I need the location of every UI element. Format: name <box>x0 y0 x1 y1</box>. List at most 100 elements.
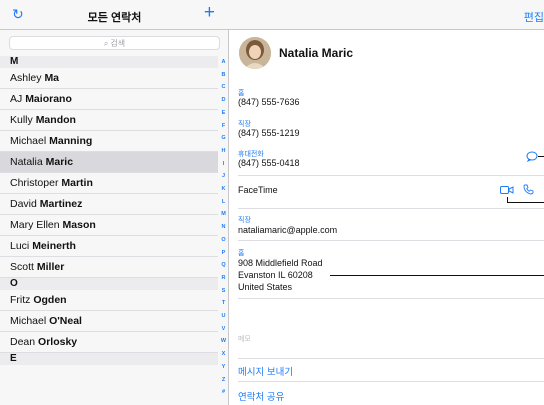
search-input[interactable]: ⌕ 검색 <box>9 36 220 50</box>
contact-last-name: Miller <box>36 261 65 273</box>
list-header: ↻ 모든 연락처 + <box>0 0 229 30</box>
contact-row[interactable]: Christoper Martin <box>0 173 218 194</box>
index-letter[interactable]: N <box>218 224 229 230</box>
contact-first-name: Natalia <box>10 156 43 168</box>
add-contact-button[interactable]: + <box>204 3 215 23</box>
contact-row[interactable]: Mary Ellen Mason <box>0 215 218 236</box>
callout-line <box>330 275 544 276</box>
index-letter[interactable]: # <box>218 389 229 395</box>
contact-first-name: David <box>10 198 37 210</box>
contact-last-name: Ogden <box>33 294 67 306</box>
index-letter[interactable]: I <box>218 161 229 167</box>
share-contact-button[interactable]: 연락처 공유 <box>238 389 284 403</box>
contact-first-name: Dean <box>10 336 36 348</box>
index-letter[interactable]: U <box>218 313 229 319</box>
contact-row[interactable]: Natalia Maric <box>0 152 218 173</box>
index-letter[interactable]: T <box>218 300 229 306</box>
contact-last-name: Manning <box>49 135 93 147</box>
contact-last-name: Meinerth <box>32 240 76 252</box>
address-line-1[interactable]: 908 Middlefield Road <box>238 258 323 268</box>
contact-name: Natalia Maric <box>279 46 354 60</box>
contact-first-name: Christoper <box>10 177 59 189</box>
address-line-2[interactable]: Evanston IL 60208 <box>238 270 313 280</box>
divider <box>238 240 544 241</box>
divider <box>238 381 544 382</box>
section-header: O <box>0 278 218 290</box>
contact-row[interactable]: AJ Maiorano <box>0 89 218 110</box>
work-phone-value[interactable]: (847) 555-1219 <box>238 128 300 138</box>
index-letter[interactable]: V <box>218 326 229 332</box>
index-letter[interactable]: X <box>218 351 229 357</box>
index-letter[interactable]: M <box>218 211 229 217</box>
contacts-list-pane: ↻ 모든 연락처 + ⌕ 검색 M Ashley Ma AJ Maiorano Kull… <box>0 0 229 405</box>
address-line-3[interactable]: United States <box>238 282 292 292</box>
contact-row[interactable]: Michael O'Neal <box>0 311 218 332</box>
list-title: 모든 연락처 <box>87 12 142 24</box>
contact-first-name: Luci <box>10 240 30 252</box>
index-letter[interactable]: Z <box>218 377 229 383</box>
index-letter[interactable]: Q <box>218 262 229 268</box>
divider <box>238 358 544 359</box>
video-call-icon[interactable] <box>500 185 514 195</box>
index-letter[interactable]: L <box>218 199 229 205</box>
index-letter[interactable]: H <box>218 148 229 154</box>
index-letter[interactable]: A <box>218 59 229 65</box>
index-letter[interactable]: J <box>218 173 229 179</box>
index-letter[interactable]: D <box>218 97 229 103</box>
avatar <box>239 37 271 69</box>
contact-first-name: Kully <box>10 114 33 126</box>
index-letter[interactable]: S <box>218 288 229 294</box>
send-message-button[interactable]: 메시지 보내기 <box>238 364 293 378</box>
divider <box>238 175 544 176</box>
contact-row[interactable]: David Martinez <box>0 194 218 215</box>
index-letter[interactable]: C <box>218 84 229 90</box>
contact-last-name: Maric <box>45 156 74 168</box>
contact-last-name: Mason <box>62 219 96 231</box>
contact-last-name: Martin <box>61 177 93 189</box>
edit-button[interactable]: 편집 <box>524 9 544 25</box>
memo-field[interactable]: 메모 <box>238 334 251 344</box>
index-letter[interactable]: F <box>218 123 229 129</box>
index-letter[interactable]: W <box>218 338 229 344</box>
search-placeholder: 검색 <box>110 39 126 48</box>
contact-row[interactable]: Fritz Ogden <box>0 290 218 311</box>
index-letter[interactable]: G <box>218 135 229 141</box>
home-phone-value[interactable]: (847) 555-7636 <box>238 97 300 107</box>
contact-first-name: Scott <box>10 261 34 273</box>
section-header: E <box>0 353 218 365</box>
email-value[interactable]: nataliamaric@apple.com <box>238 225 337 235</box>
contact-last-name: Martinez <box>39 198 83 210</box>
index-letter[interactable]: O <box>218 237 229 243</box>
contact-row[interactable]: Ashley Ma <box>0 68 218 89</box>
index-letter[interactable]: E <box>218 110 229 116</box>
contact-row[interactable]: Kully Mandon <box>0 110 218 131</box>
contact-first-name: Mary Ellen <box>10 219 60 231</box>
callout-line <box>538 156 544 157</box>
index-letter[interactable]: B <box>218 72 229 78</box>
mobile-phone-value[interactable]: (847) 555-0418 <box>238 158 300 168</box>
index-letter[interactable]: P <box>218 250 229 256</box>
index-letter[interactable]: K <box>218 186 229 192</box>
audio-call-icon[interactable] <box>523 184 534 195</box>
search-icon: ⌕ <box>103 39 109 48</box>
address-label: 홈 <box>238 250 245 257</box>
contact-first-name: Ashley <box>10 72 42 84</box>
section-index[interactable]: A B C D E F G H I J K L M N O P Q R S T U V W X Y Z # <box>218 56 229 405</box>
index-letter[interactable]: Y <box>218 364 229 370</box>
contact-first-name: AJ <box>10 93 23 105</box>
contact-first-name: Fritz <box>10 294 31 306</box>
index-letter[interactable]: R <box>218 275 229 281</box>
message-icon[interactable] <box>526 151 538 162</box>
contact-last-name: Maiorano <box>25 93 72 105</box>
contact-row[interactable]: Luci Meinerth <box>0 236 218 257</box>
contact-row[interactable]: Dean Orlosky <box>0 332 218 353</box>
divider <box>238 208 544 209</box>
contact-row[interactable]: Scott Miller <box>0 257 218 278</box>
contact-row[interactable]: Michael Manning <box>0 131 218 152</box>
facetime-label: FaceTime <box>238 185 278 195</box>
contact-first-name: Michael <box>10 135 47 147</box>
contact-first-name: Michael <box>10 315 47 327</box>
email-label: 직장 <box>238 217 251 224</box>
contact-detail-pane: 편집 Natalia Maric 홈 (847) 555-7636 직장 (84… <box>229 0 544 405</box>
contact-last-name: O'Neal <box>49 315 82 327</box>
